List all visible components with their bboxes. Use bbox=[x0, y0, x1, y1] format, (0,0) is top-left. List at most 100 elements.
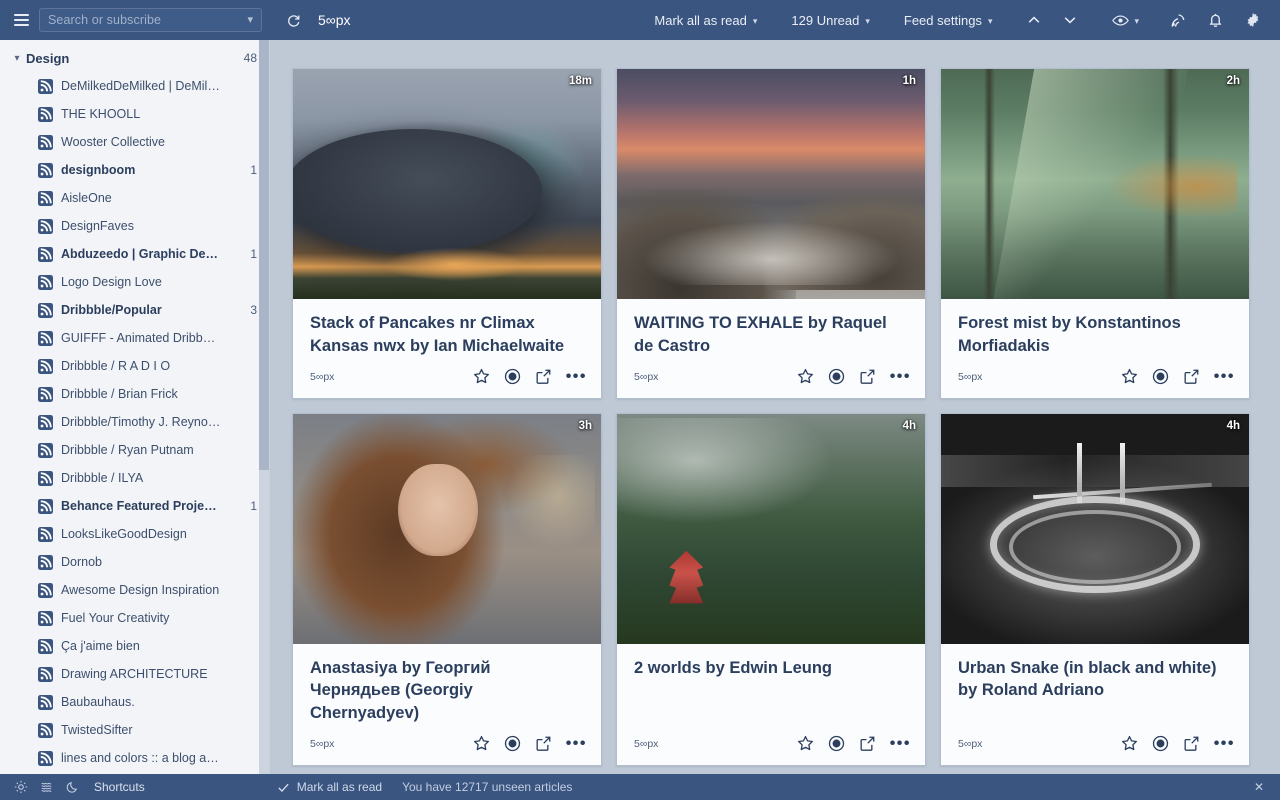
read-toggle-icon[interactable] bbox=[1152, 735, 1169, 752]
sidebar-feed-item[interactable]: Dribbble / Ryan Putnam bbox=[0, 436, 269, 464]
sidebar-feed-item[interactable]: DesignFaves bbox=[0, 212, 269, 240]
more-options-icon[interactable]: ••• bbox=[566, 368, 587, 384]
sidebar-feed-item[interactable]: Ça j'aime bien bbox=[0, 632, 269, 660]
sidebar-feed-item[interactable]: Dribbble / R A D I O bbox=[0, 352, 269, 380]
star-icon[interactable] bbox=[473, 368, 490, 385]
unread-filter-button[interactable]: 129 Unread ▾ bbox=[782, 8, 878, 33]
spectrum-icon[interactable] bbox=[34, 777, 60, 797]
sidebar-feed-item[interactable]: Logo Design Love bbox=[0, 268, 269, 296]
article-thumbnail[interactable]: 18m bbox=[293, 69, 601, 299]
chevron-down-icon[interactable]: ▾ bbox=[753, 16, 758, 27]
chevron-down-icon[interactable]: ▾ bbox=[1134, 16, 1139, 27]
article-thumbnail[interactable]: 3h bbox=[293, 413, 601, 644]
article-title[interactable]: 2 worlds by Edwin Leung bbox=[634, 657, 908, 680]
read-toggle-icon[interactable] bbox=[828, 368, 845, 385]
sidebar-scrollbar-thumb[interactable] bbox=[259, 40, 269, 470]
read-toggle-icon[interactable] bbox=[1152, 368, 1169, 385]
external-link-icon[interactable] bbox=[535, 368, 552, 385]
read-toggle-icon[interactable] bbox=[504, 368, 521, 385]
sidebar-feed-item[interactable]: LooksLikeGoodDesign bbox=[0, 520, 269, 548]
article-title[interactable]: Forest mist by Konstantinos Morfiadakis bbox=[958, 312, 1232, 358]
article-card[interactable]: 18m Stack of Pancakes nr Climax Kansas nw… bbox=[292, 68, 602, 399]
rss-feed-icon bbox=[38, 218, 53, 234]
sidebar-feed-item[interactable]: Fuel Your Creativity bbox=[0, 604, 269, 632]
star-icon[interactable] bbox=[473, 735, 490, 752]
article-title[interactable]: Stack of Pancakes nr Climax Kansas nwx b… bbox=[310, 312, 584, 358]
sidebar-feed-item[interactable]: TwistedSifter bbox=[0, 716, 269, 744]
sidebar-feed-item[interactable]: lines and colors :: a blog a… bbox=[0, 744, 269, 772]
sidebar-feed-item[interactable]: Dribbble/Popular 3 bbox=[0, 296, 269, 324]
more-options-icon[interactable]: ••• bbox=[1214, 735, 1235, 751]
article-title[interactable]: Anastasiya by Георгий Чернядьев (Georgiy… bbox=[310, 657, 584, 725]
moon-icon[interactable] bbox=[60, 777, 86, 797]
article-card[interactable]: 4h 2 worlds by Edwin Leung 5∞px ••• bbox=[616, 412, 926, 766]
article-card[interactable]: 1h WAITING TO EXHALE by Raquel de Castro 5… bbox=[616, 68, 926, 399]
close-icon[interactable]: ✕ bbox=[1246, 780, 1272, 794]
external-link-icon[interactable] bbox=[1183, 735, 1200, 752]
star-icon[interactable] bbox=[797, 735, 814, 752]
article-thumbnail[interactable]: 2h bbox=[941, 69, 1249, 299]
rss-feed-icon bbox=[38, 246, 53, 262]
read-toggle-icon[interactable] bbox=[828, 735, 845, 752]
sidebar-feed-item[interactable]: AisleOne bbox=[0, 184, 269, 212]
star-icon[interactable] bbox=[1121, 735, 1138, 752]
article-card[interactable]: 3h Anastasiya by Георгий Чернядьев (Georg… bbox=[292, 412, 602, 766]
sun-icon[interactable] bbox=[8, 777, 34, 797]
chevron-down-icon[interactable] bbox=[1055, 6, 1085, 34]
article-title[interactable]: WAITING TO EXHALE by Raquel de Castro bbox=[634, 312, 908, 358]
sidebar-feed-label: Dribbble/Popular bbox=[61, 303, 162, 317]
status-mark-all-as-read-button[interactable]: Mark all as read bbox=[271, 778, 388, 796]
article-thumbnail[interactable]: 4h bbox=[617, 413, 925, 644]
sidebar-feed-item[interactable]: GUIFFF - Animated Dribb… bbox=[0, 324, 269, 352]
external-link-icon[interactable] bbox=[859, 735, 876, 752]
chevron-up-icon[interactable] bbox=[1019, 6, 1049, 34]
sidebar-feed-item[interactable]: Dribbble/Timothy J. Reyno… bbox=[0, 408, 269, 436]
rss-feed-icon bbox=[38, 666, 53, 682]
chevron-down-icon[interactable]: ▾ bbox=[865, 16, 870, 27]
external-link-icon[interactable] bbox=[1183, 368, 1200, 385]
mark-all-as-read-button[interactable]: Mark all as read ▾ bbox=[645, 8, 766, 33]
sidebar-feed-item[interactable]: Awesome Design Inspiration bbox=[0, 576, 269, 604]
read-toggle-icon[interactable] bbox=[504, 735, 521, 752]
sidebar-feed-item[interactable]: designboom 1 bbox=[0, 156, 269, 184]
more-options-icon[interactable]: ••• bbox=[1214, 368, 1235, 384]
more-options-icon[interactable]: ••• bbox=[890, 368, 911, 384]
sidebar-feed-item[interactable]: Baubauhaus. bbox=[0, 688, 269, 716]
external-link-icon[interactable] bbox=[859, 368, 876, 385]
sidebar-feed-item[interactable]: DeMilkedDeMilked | DeMil… bbox=[0, 72, 269, 100]
feed-settings-label: Feed settings bbox=[903, 12, 982, 28]
gear-icon[interactable] bbox=[1238, 6, 1268, 34]
chevron-down-icon[interactable]: ▾ bbox=[988, 16, 993, 27]
view-mode-button[interactable]: ▾ bbox=[1103, 9, 1148, 32]
external-link-icon[interactable] bbox=[535, 735, 552, 752]
bell-icon[interactable] bbox=[1200, 6, 1230, 34]
star-icon[interactable] bbox=[797, 368, 814, 385]
sidebar-scrollbar-track[interactable] bbox=[259, 40, 269, 774]
sidebar-feed-item[interactable]: Behance Featured Proje… 1 bbox=[0, 492, 269, 520]
more-options-icon[interactable]: ••• bbox=[890, 735, 911, 751]
rss-antenna-icon[interactable] bbox=[1162, 6, 1192, 34]
sidebar-group-design[interactable]: ▾ Design 48 bbox=[0, 44, 269, 72]
search-input[interactable]: Search or subscribe ▾ bbox=[39, 8, 262, 32]
article-card[interactable]: 2h Forest mist by Konstantinos Morfiadaki… bbox=[940, 68, 1250, 399]
sidebar-feed-item[interactable]: Dornob bbox=[0, 548, 269, 576]
sidebar-feed-item[interactable]: Drawing ARCHITECTURE bbox=[0, 660, 269, 688]
article-thumbnail[interactable]: 1h bbox=[617, 69, 925, 299]
sidebar-feed-item[interactable]: THE KHOOLL bbox=[0, 100, 269, 128]
star-icon[interactable] bbox=[1121, 368, 1138, 385]
hamburger-icon[interactable] bbox=[8, 7, 34, 33]
article-title[interactable]: Urban Snake (in black and white) by Rola… bbox=[958, 657, 1232, 703]
shortcuts-button[interactable]: Shortcuts bbox=[86, 778, 153, 796]
article-thumbnail[interactable]: 4h bbox=[941, 413, 1249, 644]
sidebar-feed-item[interactable]: Abduzeedo | Graphic De… 1 bbox=[0, 240, 269, 268]
sidebar-feed-item[interactable]: Wooster Collective bbox=[0, 128, 269, 156]
feed-settings-button[interactable]: Feed settings ▾ bbox=[895, 8, 1002, 33]
more-options-icon[interactable]: ••• bbox=[566, 735, 587, 751]
article-card[interactable]: 4h Urban Snake (in black and white) by Ro… bbox=[940, 412, 1250, 766]
sidebar-feed-item[interactable]: Dribbble / ILYA bbox=[0, 464, 269, 492]
sidebar-feed-item[interactable]: Dribbble / Brian Frick bbox=[0, 380, 269, 408]
refresh-icon[interactable] bbox=[278, 6, 308, 34]
chevron-down-icon[interactable]: ▾ bbox=[247, 14, 253, 26]
chevron-down-icon[interactable]: ▾ bbox=[8, 53, 26, 64]
article-card-body: Urban Snake (in black and white) by Rola… bbox=[941, 644, 1249, 725]
